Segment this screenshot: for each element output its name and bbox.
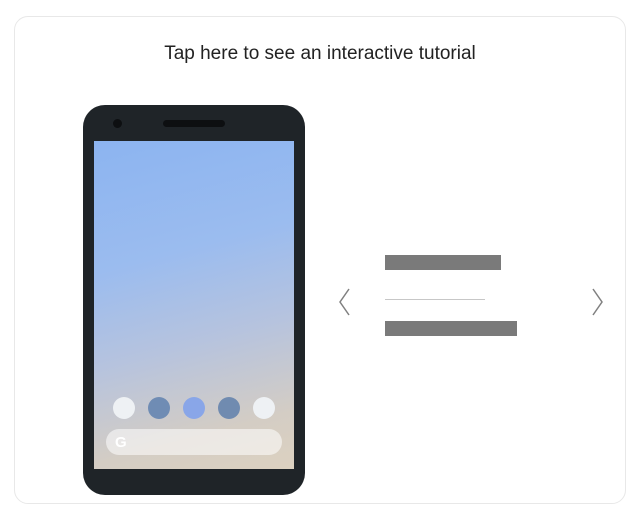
phone-camera: [113, 119, 122, 128]
search-bar[interactable]: G: [106, 429, 282, 455]
app-icon[interactable]: [183, 397, 205, 419]
app-icon[interactable]: [148, 397, 170, 419]
chevron-left-icon[interactable]: [335, 285, 355, 319]
placeholder-bar: [385, 321, 517, 336]
home-dock: [94, 397, 294, 419]
tutorial-heading[interactable]: Tap here to see an interactive tutorial: [15, 43, 625, 65]
google-g-icon: G: [115, 434, 127, 451]
phone-speaker: [163, 120, 225, 127]
phone-mockup: G: [83, 105, 305, 495]
phone-screen: G: [94, 141, 294, 469]
placeholder-line: [385, 299, 485, 300]
chevron-right-icon[interactable]: [587, 285, 607, 319]
app-icon[interactable]: [113, 397, 135, 419]
tutorial-card: Tap here to see an interactive tutorial …: [14, 16, 626, 504]
app-icon[interactable]: [253, 397, 275, 419]
placeholder-bar: [385, 255, 501, 270]
app-icon[interactable]: [218, 397, 240, 419]
